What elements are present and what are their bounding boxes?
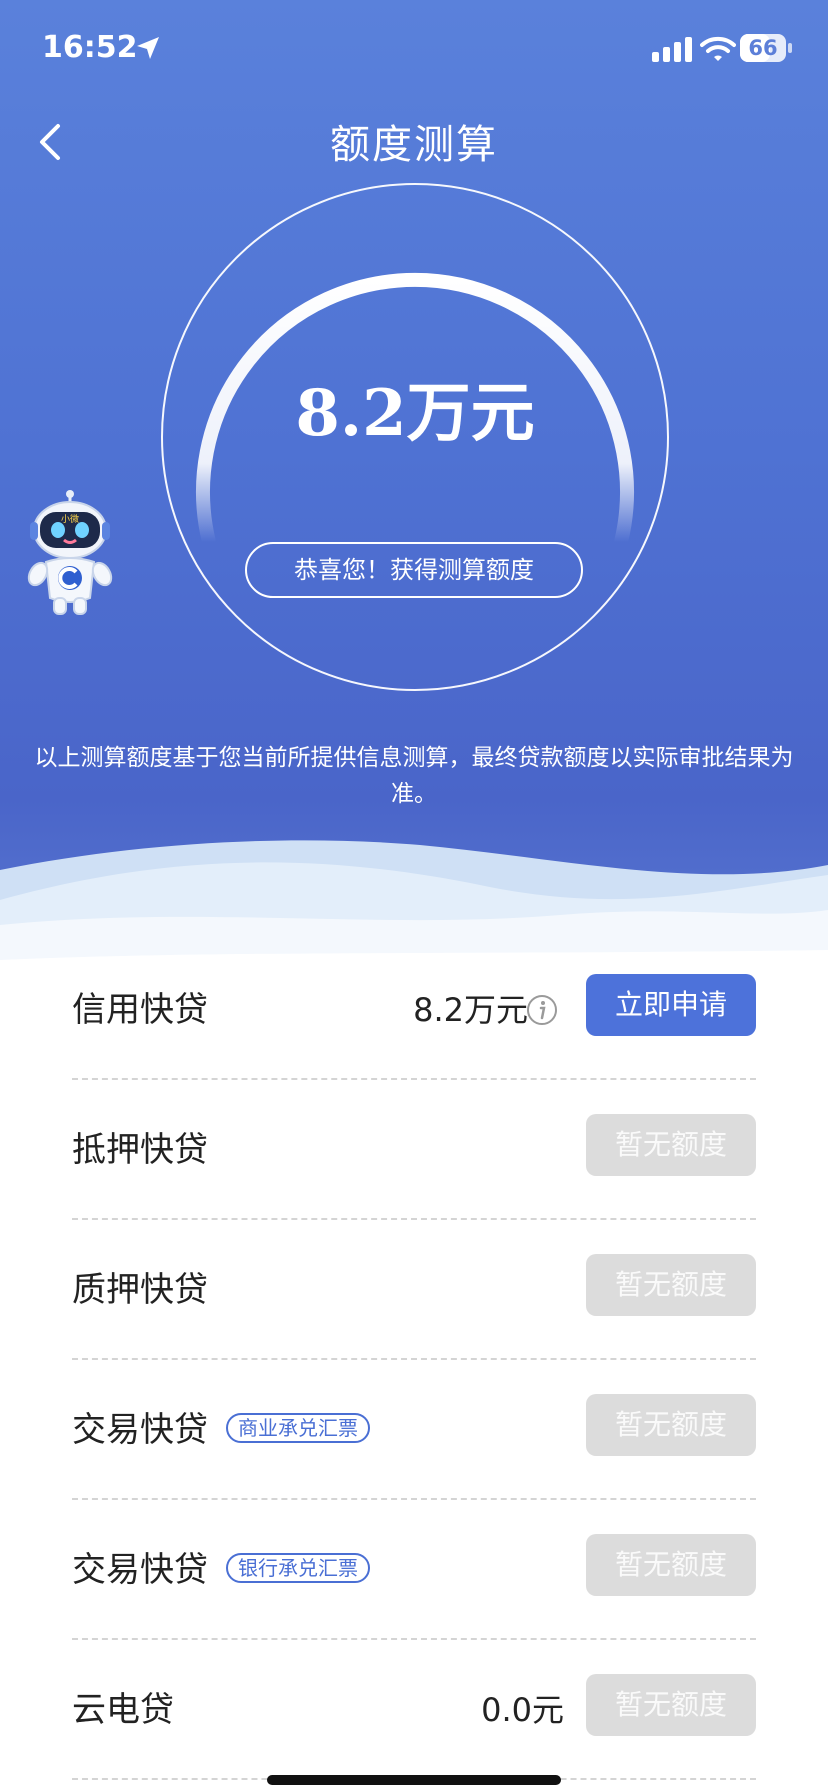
product-row-trade-bank: 交易快贷 银行承兑汇票 暂无额度: [72, 1500, 756, 1640]
home-indicator[interactable]: [267, 1775, 561, 1785]
page-title: 额度测算: [330, 122, 498, 168]
no-quota-button[interactable]: 暂无额度: [586, 1534, 756, 1596]
location-arrow-icon: [137, 37, 159, 59]
no-quota-button[interactable]: 暂无额度: [586, 1394, 756, 1456]
battery-icon: 66: [740, 34, 792, 62]
signal-icon: [652, 37, 692, 62]
status-bar: 16:52 66: [0, 0, 828, 100]
robot-badge: 小微: [61, 513, 79, 525]
no-quota-button[interactable]: 暂无额度: [586, 1114, 756, 1176]
product-row-mortgage: 抵押快贷 暂无额度: [72, 1080, 756, 1220]
info-icon[interactable]: [526, 994, 558, 1026]
status-time: 16:52: [42, 30, 138, 65]
product-tag: 银行承兑汇票: [226, 1553, 370, 1583]
congrats-badge: 恭喜您！获得测算额度: [245, 542, 583, 598]
product-name: 抵押快贷: [72, 1130, 208, 1170]
product-amount: 8.2万元: [413, 991, 528, 1029]
product-row-trade-commercial: 交易快贷 商业承兑汇票 暂无额度: [72, 1360, 756, 1500]
battery-level: 66: [748, 36, 778, 60]
product-row-pledge: 质押快贷 暂无额度: [72, 1220, 756, 1360]
wifi-icon: [700, 36, 736, 61]
no-quota-button[interactable]: 暂无额度: [586, 1254, 756, 1316]
estimated-amount: 8.2万元: [295, 376, 535, 451]
estimate-notice: 以上测算额度基于您当前所提供信息测算，最终贷款额度以实际审批结果为准。: [34, 745, 794, 807]
product-tag: 商业承兑汇票: [226, 1413, 370, 1443]
robot-mascot: 小微: [27, 490, 113, 615]
product-name: 质押快贷: [72, 1270, 208, 1310]
product-name: 信用快贷: [72, 990, 208, 1030]
apply-now-button[interactable]: 立即申请: [586, 974, 756, 1036]
product-amount: 0.0元: [481, 1691, 564, 1729]
product-row-credit: 信用快贷 8.2万元 立即申请: [72, 940, 756, 1080]
product-row-cloud-power: 云电贷 0.0元 暂无额度: [72, 1640, 756, 1780]
no-quota-button[interactable]: 暂无额度: [586, 1674, 756, 1736]
product-name: 交易快贷: [72, 1550, 208, 1590]
product-name: 云电贷: [72, 1690, 174, 1730]
product-name: 交易快贷: [72, 1410, 208, 1450]
